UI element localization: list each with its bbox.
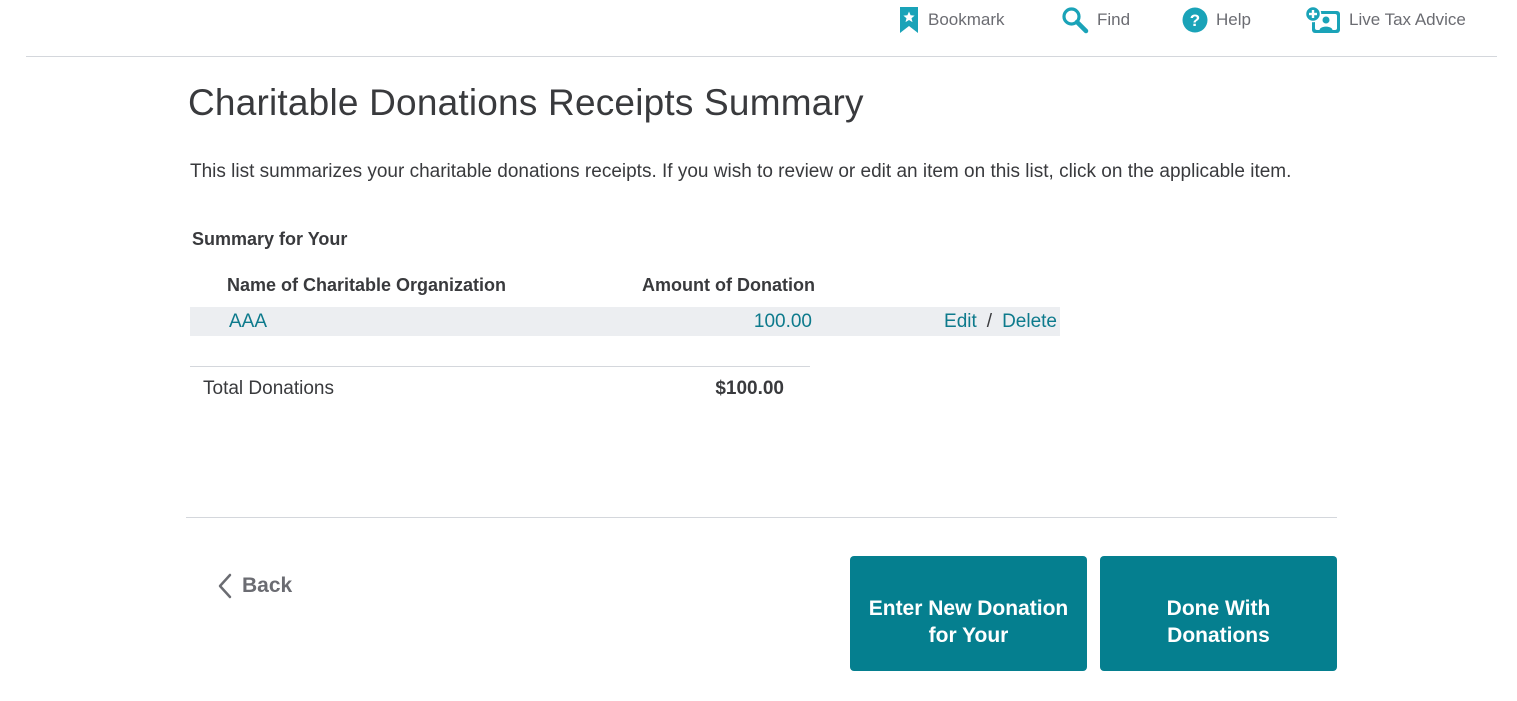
help-icon: ? (1182, 7, 1208, 33)
row-actions: Edit / Delete (944, 307, 1057, 336)
help-button[interactable]: ? Help (1182, 4, 1251, 36)
organization-name-link[interactable]: AAA (229, 307, 267, 336)
column-header-amount: Amount of Donation (642, 275, 815, 295)
search-icon (1061, 6, 1089, 34)
back-button[interactable]: Back (218, 570, 292, 602)
total-donations-label: Total Donations (203, 378, 334, 399)
help-label: Help (1216, 10, 1251, 29)
intro-text: This list summarizes your charitable don… (190, 161, 1292, 182)
back-label: Back (242, 574, 293, 597)
delete-link[interactable]: Delete (1002, 311, 1057, 332)
bookmark-label: Bookmark (928, 10, 1005, 29)
action-separator: / (986, 311, 993, 332)
table-row[interactable]: AAA 100.00 Edit / Delete (190, 307, 1060, 336)
bookmark-button[interactable]: Bookmark (898, 4, 1005, 36)
column-header-organization: Name of Charitable Organization (227, 275, 507, 295)
total-divider (190, 366, 810, 367)
bookmark-icon (898, 6, 920, 34)
top-divider (26, 56, 1497, 57)
find-button[interactable]: Find (1061, 4, 1130, 36)
donation-amount-link[interactable]: 100.00 (754, 307, 812, 336)
done-with-donations-button[interactable]: Done With Donations (1100, 556, 1337, 671)
enter-new-donation-button[interactable]: Enter New Donation for Your (850, 556, 1087, 671)
total-donations-value: $100.00 (715, 378, 784, 399)
summary-heading: Summary for Your (192, 229, 348, 249)
top-toolbar: Bookmark Find ? Help Live Tax Advice (0, 0, 1517, 40)
chevron-left-icon (218, 573, 232, 599)
edit-link[interactable]: Edit (944, 311, 977, 332)
page-title: Charitable Donations Receipts Summary (188, 82, 864, 123)
live-tax-advice-label: Live Tax Advice (1349, 10, 1466, 29)
live-advice-icon (1305, 6, 1341, 34)
find-label: Find (1097, 10, 1131, 29)
footer-divider (186, 517, 1337, 518)
svg-text:?: ? (1190, 11, 1200, 30)
live-tax-advice-button[interactable]: Live Tax Advice (1305, 4, 1466, 36)
